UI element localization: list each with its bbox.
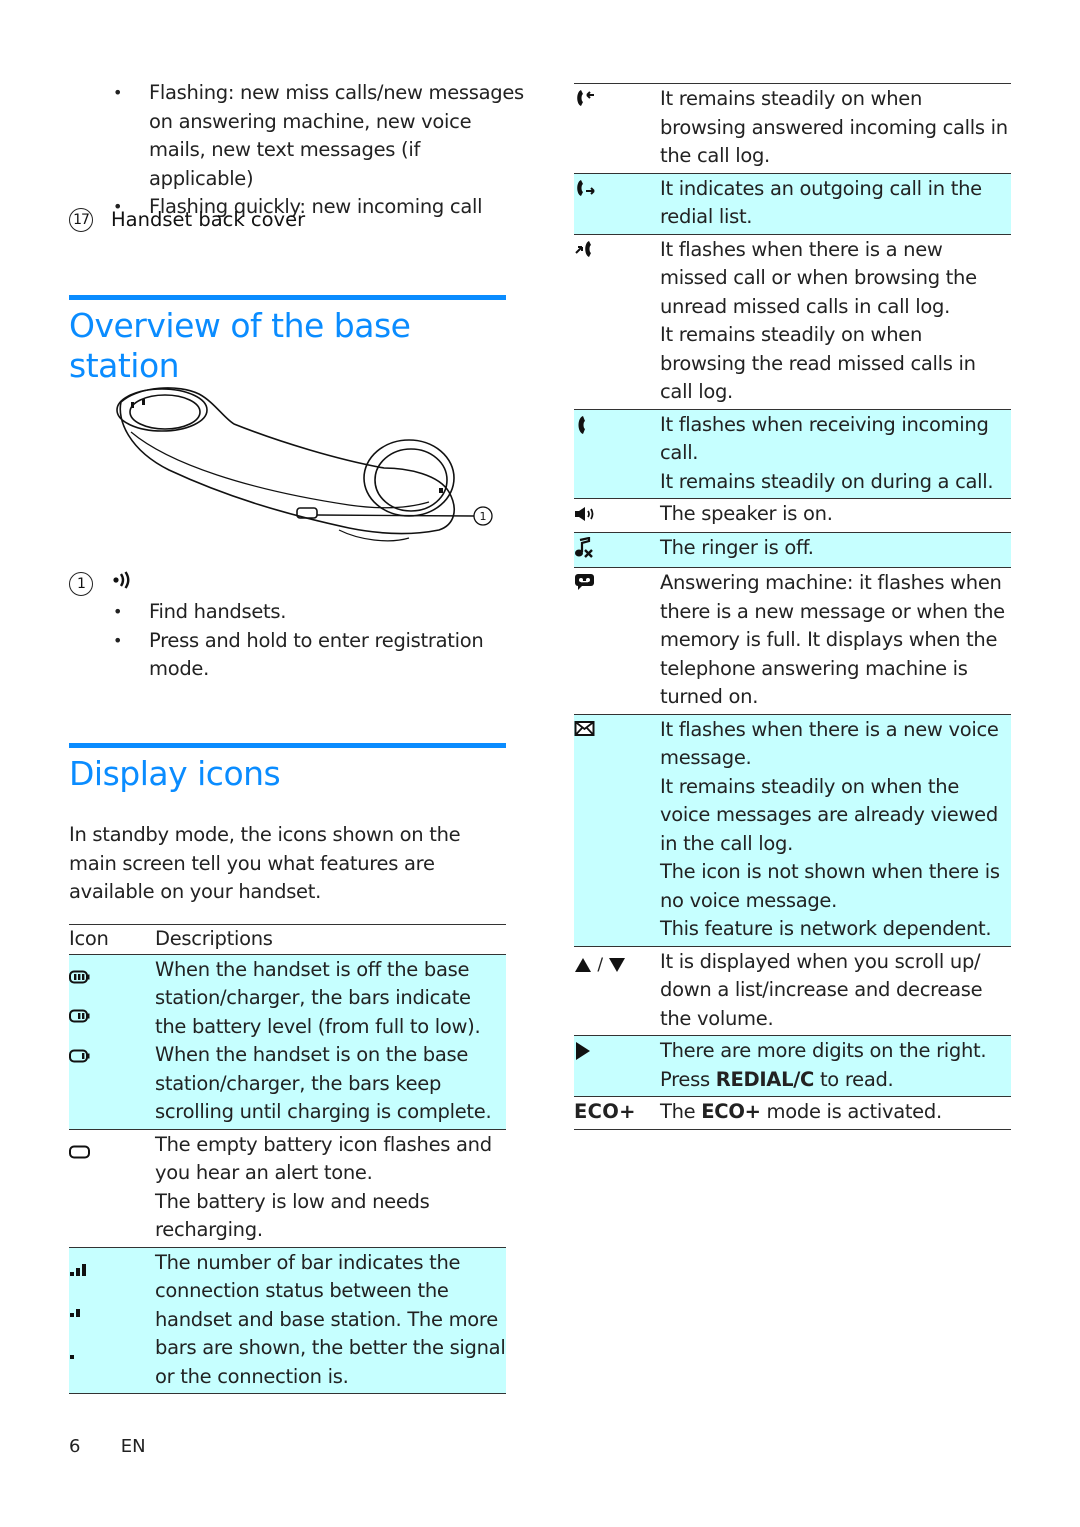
battery-one-bar-icon	[69, 1043, 155, 1072]
row-description: It remains steadily on during a call.	[660, 469, 994, 493]
row-description: When the handset is off the base station…	[155, 957, 481, 1038]
signal-one-bar-icon	[69, 1340, 155, 1369]
phone-call-icon	[574, 415, 598, 441]
section-rule	[69, 743, 506, 748]
row-description: It is displayed when you scroll up/ down…	[660, 949, 983, 1030]
row-description: It flashes when receiving incoming call.	[660, 412, 989, 465]
display-icons-intro: In standby mode, the icons shown on the …	[69, 823, 461, 903]
bullet-item: Find handsets.	[69, 598, 506, 627]
row-description: The icon is not shown when there is no v…	[660, 860, 1000, 912]
icon-separator: /	[597, 954, 603, 975]
paging-icon	[111, 570, 133, 598]
table-header-row: Icon Descriptions	[69, 924, 506, 954]
row-description: The number of bar indicates the connecti…	[155, 1250, 506, 1388]
missed-call-icon	[574, 240, 598, 264]
key-name: REDIAL/C	[715, 1067, 815, 1091]
callout-number: 1	[69, 572, 93, 596]
battery-two-bars-icon	[69, 1003, 155, 1032]
table-row: / It is displayed when you scroll up/ do…	[574, 946, 1011, 1036]
row-description: The ringer is off.	[660, 535, 814, 559]
row-description: It remains steadily on when browsing ans…	[660, 87, 1008, 167]
row-description: When the handset is on the base station/…	[155, 1043, 492, 1123]
row-description: The speaker is on.	[660, 502, 833, 525]
section-display-icons: Display icons	[69, 743, 506, 794]
table-row: ECO+ The ECO+ mode is activated.	[574, 1097, 1011, 1129]
ringer-off-icon	[574, 536, 598, 564]
table-row: There are more digits on the right. Pres…	[574, 1035, 1011, 1097]
base-station-item-1: 1 Find handsets. Press and hold to enter…	[69, 570, 506, 684]
row-description: It flashes when there is a new missed ca…	[660, 237, 977, 318]
bullet-item: Flashing: new miss calls/new messages on…	[69, 79, 529, 193]
header-icon: Icon	[69, 927, 109, 950]
row-description: There are more digits on the right.	[660, 1039, 987, 1062]
table-row: It flashes when receiving incoming call.…	[574, 409, 1011, 499]
table-row: The number of bar indicates the connecti…	[69, 1247, 506, 1394]
answering-machine-icon	[574, 574, 598, 597]
header-descriptions: Descriptions	[155, 927, 273, 950]
section-title: Overview of the base station	[69, 306, 411, 385]
mode-name: ECO+	[701, 1100, 761, 1123]
battery-full-icon	[69, 964, 155, 993]
table-row: It flashes when there is a new missed ca…	[574, 234, 1011, 409]
row-description: It flashes when there is a new voice mes…	[660, 717, 999, 770]
row-description: Answering machine: it flashes when there…	[660, 571, 1005, 708]
callout-17: 17 Handset back cover	[69, 206, 305, 234]
section-title: Display icons	[69, 754, 281, 793]
table-row: The speaker is on.	[574, 499, 1011, 532]
row-description: The battery is low and needs recharging.	[155, 1189, 430, 1242]
section-rule	[69, 295, 506, 300]
bullet-item: Press and hold to enter registration mod…	[69, 627, 506, 684]
callout-label: Handset back cover	[111, 208, 306, 231]
table-row: Answering machine: it flashes when there…	[574, 568, 1011, 714]
signal-two-bars-icon	[69, 1298, 155, 1327]
callout-1: 1	[69, 570, 506, 598]
more-digits-icon	[574, 1042, 592, 1067]
signal-three-bars-icon	[69, 1257, 155, 1286]
row-description: This feature is network dependent.	[660, 917, 992, 940]
incoming-call-icon	[574, 90, 598, 113]
base-station-illustration: 1	[116, 387, 493, 542]
display-icons-table-part2: It remains steadily on when browsing ans…	[574, 83, 1011, 1130]
table-row: The ringer is off.	[574, 532, 1011, 568]
language-code: EN	[120, 1436, 146, 1457]
row-description: The empty battery icon flashes and you h…	[155, 1132, 492, 1185]
eco-plus-icon: ECO+	[574, 1100, 636, 1123]
table-row: When the handset is off the base station…	[69, 954, 506, 1129]
display-icons-table-part1: Icon Descriptions When the handset is of…	[69, 924, 506, 1394]
outgoing-call-icon	[574, 179, 598, 203]
row-description: It indicates an outgoing call in the red…	[660, 176, 982, 229]
table-row: It indicates an outgoing call in the red…	[574, 173, 1011, 234]
section-base-station: Overview of the base station	[69, 295, 506, 386]
row-description: Press REDIAL/C to read.	[660, 1067, 894, 1091]
page-number: 6	[69, 1436, 81, 1457]
indicator-bullet-list: Flashing: new miss calls/new messages on…	[69, 79, 529, 222]
page-footer: 6 EN	[69, 1436, 146, 1457]
row-description: It remains steadily on when browsing the…	[660, 323, 976, 403]
scroll-down-icon	[608, 957, 626, 978]
table-row: It flashes when there is a new voice mes…	[574, 714, 1011, 946]
paging-bullet-list: Find handsets. Press and hold to enter r…	[69, 598, 506, 684]
battery-empty-icon	[69, 1139, 155, 1168]
scroll-up-icon	[574, 957, 592, 978]
illustration-callout-marker: 1	[480, 510, 487, 523]
row-description: It remains steadily on when the voice me…	[660, 774, 998, 855]
callout-number: 17	[69, 208, 93, 232]
row-description: The ECO+ mode is activated.	[660, 1100, 942, 1123]
table-row: It remains steadily on when browsing ans…	[574, 84, 1011, 173]
voice-message-icon	[574, 720, 598, 744]
table-row: The empty battery icon flashes and you h…	[69, 1129, 506, 1247]
speaker-icon	[574, 505, 598, 528]
